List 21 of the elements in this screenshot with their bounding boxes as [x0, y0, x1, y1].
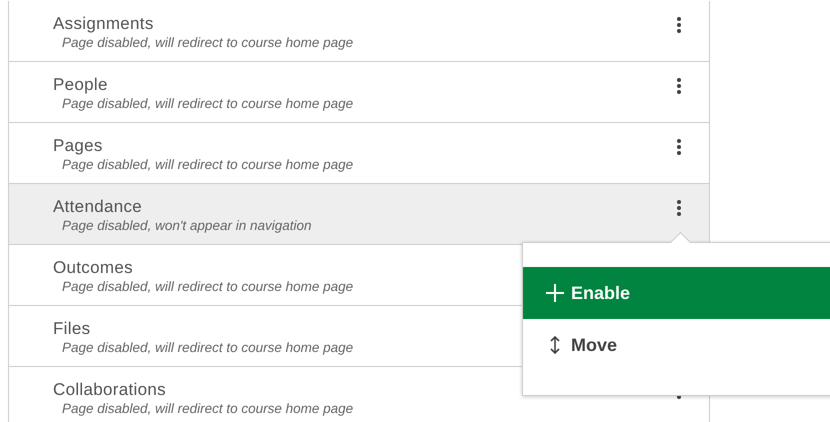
more-options-icon[interactable]: [676, 199, 682, 217]
plus-icon: [545, 283, 565, 303]
nav-item-title: People: [53, 74, 109, 95]
nav-item-status: Page disabled, will redirect to course home page: [61, 278, 354, 295]
nav-item-status: Page disabled, will redirect to course home page: [61, 95, 354, 112]
more-options-icon[interactable]: [676, 77, 682, 95]
nav-item-title: Pages: [53, 135, 104, 156]
nav-item[interactable]: Attendance Page disabled, won't appear in navigation: [9, 184, 709, 245]
more-options-icon[interactable]: [676, 138, 682, 156]
nav-item-status: Page disabled, will redirect to course home page: [61, 400, 354, 417]
nav-item-title: Assignments: [53, 13, 155, 34]
nav-item-status: Page disabled, will redirect to course home page: [61, 156, 354, 173]
more-options-icon[interactable]: [676, 16, 682, 34]
nav-item-title: Outcomes: [53, 257, 134, 278]
nav-item-title: Attendance: [53, 196, 144, 217]
nav-item-title: Collaborations: [53, 379, 167, 400]
nav-item-status: Page disabled, will redirect to course home page: [61, 34, 354, 51]
nav-item-status: Page disabled, won't appear in navigation: [61, 217, 312, 234]
nav-item-title: Files: [53, 318, 92, 339]
enable-menu-item[interactable]: Enable: [523, 267, 830, 319]
nav-item-status: Page disabled, will redirect to course home page: [61, 339, 354, 356]
